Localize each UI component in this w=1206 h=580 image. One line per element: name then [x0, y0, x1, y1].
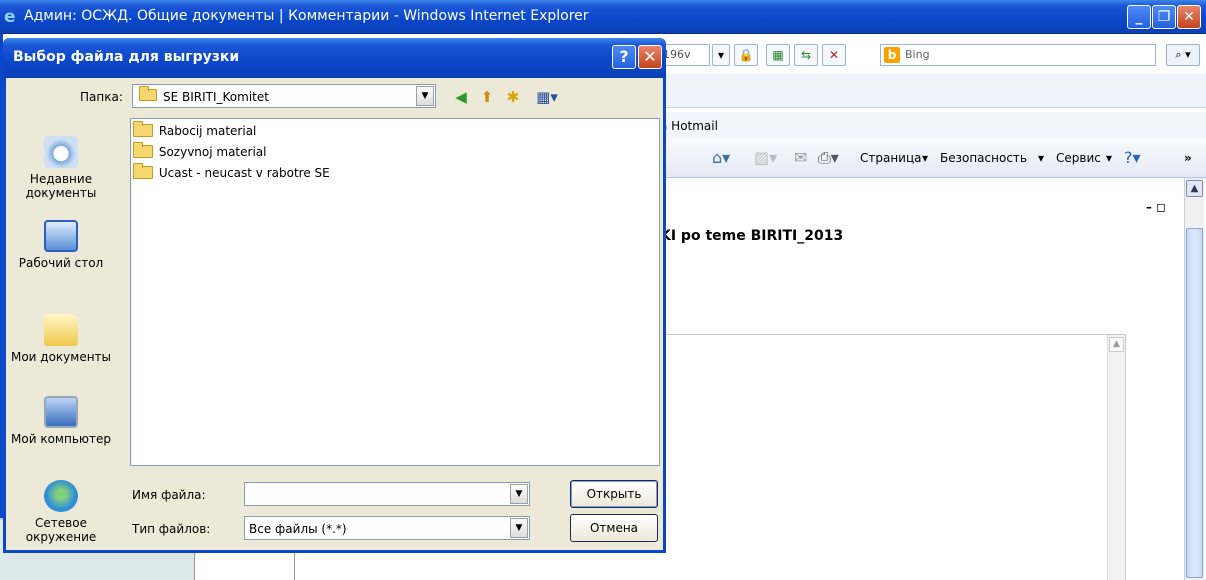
filename-input[interactable]: ▼ — [244, 482, 530, 506]
refresh-icon[interactable]: ⇆ — [794, 44, 818, 66]
home-icon[interactable]: ⌂▾ — [712, 148, 730, 167]
folder-select[interactable]: SE BIRITI_Komitet ▼ — [132, 84, 436, 108]
address-dropdown-icon[interactable]: ▾ — [712, 44, 730, 66]
view-menu-icon[interactable]: ▦▾ — [532, 86, 562, 108]
place-label: Мои документы — [10, 350, 112, 364]
ie-title-bar[interactable]: e Админ: ОСЖД. Общие документы | Коммент… — [0, 0, 1206, 34]
file-name: Ucast - neucast v rabotre SE — [158, 166, 330, 180]
place-label: Сетевое окружение — [25, 516, 97, 544]
folder-label: Папка: — [80, 90, 123, 104]
filetype-select[interactable]: Все файлы (*.*) ▼ — [244, 516, 530, 540]
file-name: Sozyvnoj material — [158, 145, 267, 159]
tools-menu[interactable]: Сервис — [1056, 151, 1101, 165]
page-content: – ◻ KI po teme BIRITI_2013 ▲ — [660, 178, 1182, 580]
my-computer-icon — [44, 396, 78, 428]
chevron-down-icon[interactable]: ▼ — [510, 518, 528, 538]
scroll-thumb[interactable] — [1186, 228, 1203, 578]
lock-icon[interactable]: 🔒 — [734, 44, 758, 66]
security-menu[interactable]: Безопасность — [940, 151, 1027, 165]
folder-icon — [133, 121, 153, 137]
filetype-value: Все файлы (*.*) — [249, 522, 347, 536]
new-folder-icon[interactable]: ✱ — [502, 86, 524, 108]
chevron-down-icon[interactable]: ▼ — [416, 86, 434, 106]
network-places-icon — [44, 480, 78, 512]
list-item[interactable]: Sozyvnoj material — [133, 142, 266, 162]
minimize-panel-icon[interactable]: – ◻ — [1146, 200, 1166, 214]
compatibility-view-icon[interactable]: ▦ — [766, 44, 790, 66]
folder-icon — [139, 86, 157, 104]
mail-icon[interactable]: ✉ — [794, 148, 807, 167]
close-window-button[interactable]: ✕ — [1177, 5, 1201, 29]
page-menu[interactable]: Страница — [860, 151, 922, 165]
places-bar: Недавние документы Рабочий стол Мои доку… — [6, 118, 124, 548]
favorites-bar: a Hotmail — [660, 112, 1206, 138]
place-label: Недавние документы — [25, 172, 97, 200]
feeds-icon[interactable]: ▨▾ — [754, 148, 777, 167]
open-button[interactable]: Открыть — [570, 480, 658, 508]
restore-button[interactable]: ❐ — [1152, 5, 1176, 29]
place-desktop[interactable]: Рабочий стол — [6, 220, 116, 270]
up-folder-icon[interactable]: ⬆ — [476, 86, 498, 108]
folder-icon — [133, 163, 153, 179]
place-recent[interactable]: Недавние документы — [6, 136, 116, 200]
security-menu-arrow-icon: ▾ — [1038, 151, 1045, 165]
address-field[interactable]: 196v — [660, 44, 710, 66]
comment-textarea[interactable]: ▲ — [660, 334, 1126, 580]
file-name: Rabocij material — [158, 124, 257, 138]
dialog-title: Выбор файла для выгрузки — [13, 49, 240, 65]
chevron-more-icon[interactable]: » — [1184, 151, 1192, 165]
list-item[interactable]: Ucast - neucast v rabotre SE — [133, 163, 330, 183]
ie-logo-icon: e — [4, 7, 16, 27]
minimize-button[interactable]: _ — [1127, 5, 1151, 29]
place-label: Мой компьютер — [11, 432, 111, 446]
tab-row — [660, 74, 1206, 108]
current-folder: SE BIRITI_Komitet — [163, 90, 269, 104]
textarea-scrollbar[interactable]: ▲ — [1107, 335, 1125, 580]
folder-icon — [133, 142, 153, 158]
ie-window-title: Админ: ОСЖД. Общие документы | Комментар… — [24, 8, 589, 24]
search-icon[interactable]: ⌕ ▾ — [1166, 44, 1200, 66]
place-network[interactable]: Сетевое окружение — [6, 480, 116, 544]
scroll-up-icon[interactable]: ▲ — [1109, 337, 1124, 352]
tools-menu-arrow-icon: ▾ — [1106, 151, 1113, 165]
place-my-computer[interactable]: Мой компьютер — [6, 396, 116, 446]
page-heading: KI po teme BIRITI_2013 — [660, 228, 844, 244]
chevron-down-icon[interactable]: ▼ — [510, 484, 528, 504]
search-box[interactable]: b Bing — [880, 44, 1156, 66]
filename-label: Имя файла: — [132, 488, 206, 502]
filetype-label: Тип файлов: — [132, 522, 211, 536]
dialog-close-button[interactable]: ✕ — [638, 45, 662, 69]
command-bar: ⌂▾ ▨▾ ✉ ⎙▾ Страница ▾ Безопасность ▾ Сер… — [660, 138, 1206, 178]
dialog-title-bar[interactable]: Выбор файла для выгрузки ? ✕ — [3, 38, 666, 78]
search-placeholder: Bing — [905, 48, 930, 61]
favorites-link-hotmail[interactable]: a Hotmail — [660, 119, 718, 133]
help-icon[interactable]: ?▾ — [1124, 148, 1141, 167]
back-icon[interactable]: ◀ — [450, 86, 472, 108]
ie-vertical-scrollbar[interactable]: ▲ — [1184, 178, 1204, 580]
recent-documents-icon — [44, 136, 78, 168]
stop-icon[interactable]: ✕ — [822, 44, 846, 66]
file-dialog: Выбор файла для выгрузки ? ✕ Папка: SE B… — [3, 38, 666, 553]
place-label: Рабочий стол — [18, 256, 104, 270]
print-icon[interactable]: ⎙▾ — [818, 148, 839, 168]
list-item[interactable]: Rabocij material — [133, 121, 256, 141]
cancel-button[interactable]: Отмена — [570, 514, 658, 542]
page-menu-arrow-icon: ▾ — [922, 151, 929, 165]
file-list[interactable]: Rabocij material Sozyvnoj material Ucast… — [130, 118, 660, 466]
desktop-icon — [44, 220, 78, 252]
bing-logo-icon: b — [884, 47, 900, 63]
place-my-documents[interactable]: Мои документы — [6, 314, 116, 364]
my-documents-icon — [44, 314, 78, 346]
help-button[interactable]: ? — [612, 45, 636, 69]
scroll-up-arrow-icon[interactable]: ▲ — [1186, 180, 1203, 197]
address-bar-row: 196v ▾ 🔒 ▦ ⇆ ✕ b Bing ⌕ ▾ — [660, 38, 1206, 72]
